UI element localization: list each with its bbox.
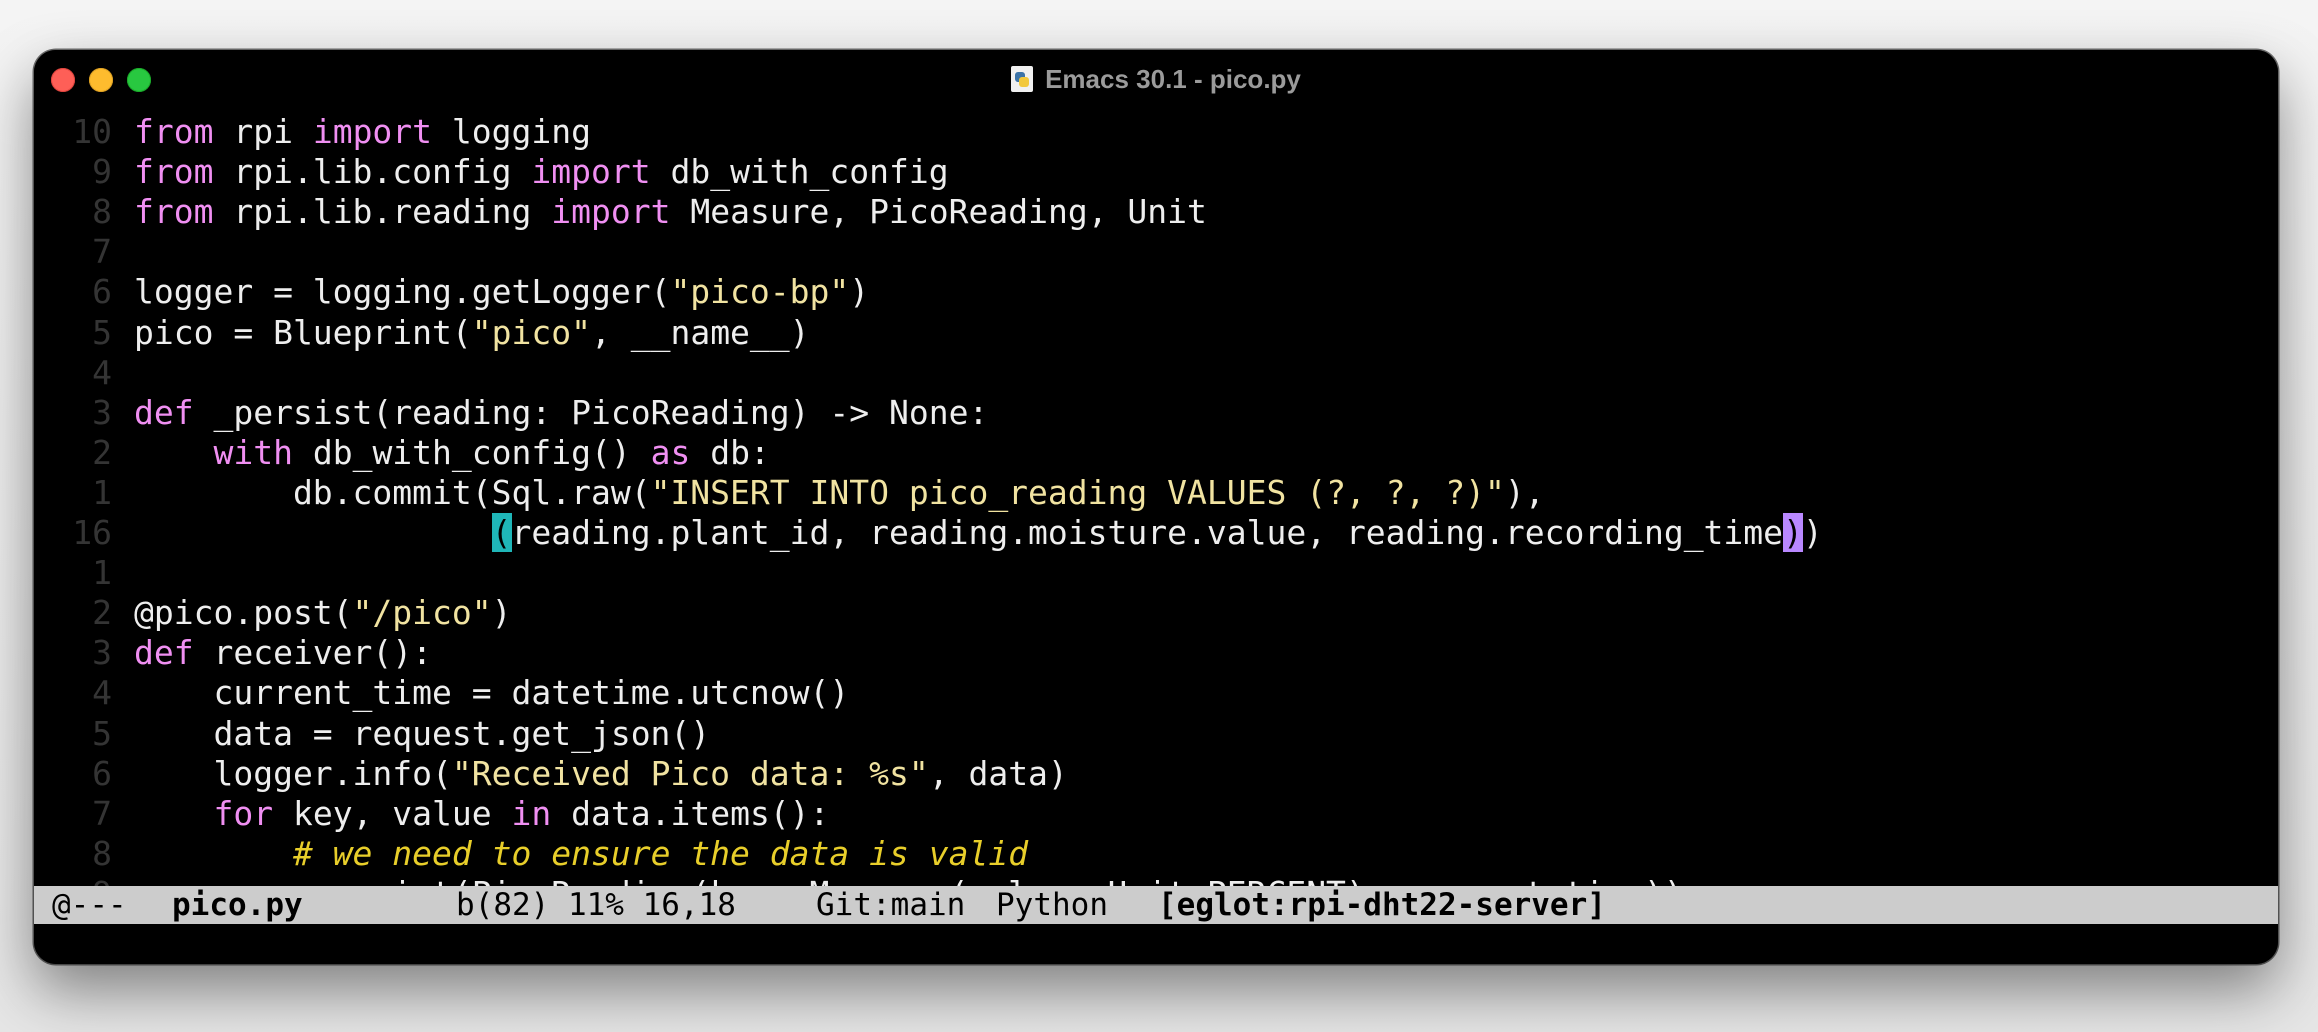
minibuffer[interactable] — [34, 924, 2278, 964]
code-token: ), — [1504, 472, 1545, 512]
code-token: ) — [1802, 513, 1823, 552]
mode-line[interactable]: @--- pico.py b(82) 11% 16,18 Git:main Py… — [34, 886, 2278, 924]
code-token: as — [650, 432, 691, 472]
code-text: data = request.get_json() — [134, 714, 710, 754]
line-number: 8 — [92, 833, 112, 873]
line-number: 7 — [92, 793, 112, 833]
code-token: with — [213, 432, 293, 472]
code-text: with db_with_config() as db: — [134, 432, 770, 473]
line-number: 5 — [92, 713, 112, 753]
line-number: 4 — [92, 673, 112, 713]
line-number: 7 — [92, 232, 112, 272]
line-number: 2 — [92, 432, 112, 472]
editor-buffer[interactable]: 10 from rpi import logging 9 from rpi.lib.c… — [34, 112, 2278, 933]
emacs-window: Emacs 30.1 - pico.py 10 from rpi import l… — [34, 50, 2278, 964]
code-token: _persist(reading: PicoReading) -> None: — [193, 392, 989, 432]
code-token: # we need to ensure the data is valid — [292, 833, 1029, 873]
code-token: data = request.get_json() — [134, 713, 711, 753]
matching-paren-highlight: ) — [1783, 513, 1803, 552]
code-text: pico = Blueprint("pico", __name__) — [134, 313, 810, 353]
code-token: "Received Pico data: %s" — [451, 753, 929, 793]
code-token: data.items(): — [551, 793, 830, 833]
code-token: @pico.post( — [134, 593, 353, 633]
code-token: from — [134, 112, 214, 151]
modeline-buffer-name[interactable]: pico.py — [172, 886, 303, 924]
line-number: 10 — [72, 112, 112, 151]
modeline-eglot-status[interactable]: [eglot:rpi-dht22-server] — [1158, 886, 1606, 924]
code-token: def — [134, 633, 194, 673]
code-text: logger.info("Received Pico data: %s", da… — [134, 753, 1068, 794]
code-token: for — [213, 793, 274, 833]
code-token: Measure, PicoReading, Unit — [670, 192, 1207, 232]
code-token: logger.info( — [134, 753, 452, 793]
code-text: from rpi.lib.reading import Measure, Pic… — [134, 192, 1207, 232]
line-number: 3 — [92, 633, 112, 673]
code-token: logging — [432, 112, 591, 151]
line-number: 2 — [92, 593, 112, 633]
code-text: (reading.plant_id, reading.moisture.valu… — [134, 513, 1823, 553]
code-token: "pico-bp" — [670, 272, 850, 312]
code-token: db.commit(Sql.raw( — [134, 472, 651, 512]
line-number: 4 — [92, 352, 112, 392]
modeline-position: b(82) 11% 16,18 — [456, 887, 736, 923]
code-token: current_time = datetime.utcnow() — [134, 673, 850, 713]
code-token: , data) — [928, 753, 1068, 793]
code-token: pico = Blueprint( — [134, 312, 472, 352]
code-token: ) — [849, 272, 870, 312]
code-text: for key, value in data.items(): — [134, 794, 829, 834]
code-text: db.commit(Sql.raw("INSERT INTO pico_read… — [134, 473, 1545, 513]
code-token: db: — [690, 432, 770, 472]
code-token: "pico" — [471, 312, 591, 352]
window-title-container: Emacs 30.1 - pico.py — [34, 50, 2278, 108]
line-number: 3 — [92, 392, 112, 432]
code-token: from — [134, 152, 214, 192]
code-token: ) — [491, 593, 512, 633]
code-token: "/pico" — [352, 593, 492, 633]
code-token: rpi.lib.config — [213, 152, 532, 192]
code-token: import — [312, 112, 433, 151]
code-token: , __name__) — [590, 312, 810, 352]
line-number: 9 — [92, 152, 112, 192]
modeline-vc-branch[interactable]: Git:main — [816, 886, 965, 924]
code-token: key, value — [273, 793, 512, 833]
code-text: from rpi.lib.config import db_with_confi… — [134, 152, 949, 192]
code-text: # we need to ensure the data is valid — [134, 834, 1028, 874]
modeline-status: @--- — [52, 887, 127, 923]
code-text: @pico.post("/pico") — [134, 593, 512, 633]
code-token: def — [134, 392, 194, 432]
python-file-icon — [1011, 66, 1034, 92]
window-title: Emacs 30.1 - pico.py — [1045, 63, 1301, 94]
code-token: import — [531, 152, 651, 192]
code-token: rpi — [213, 112, 313, 151]
line-number: 1 — [92, 472, 112, 512]
line-number: 16 — [72, 513, 112, 552]
line-number: 1 — [92, 553, 112, 593]
code-text: current_time = datetime.utcnow() — [134, 673, 849, 713]
code-token: db_with_config() — [292, 432, 651, 472]
line-number: 8 — [92, 192, 112, 232]
code-token: rpi.lib.reading — [213, 192, 552, 232]
code-token: in — [511, 793, 552, 833]
cursor-paren-highlight: ( — [491, 513, 512, 552]
line-number: 5 — [92, 312, 112, 352]
code-token: "INSERT INTO pico_reading VALUES (?, ?, … — [650, 472, 1505, 512]
code-token: reading.plant_id, reading.moisture.value… — [511, 513, 1784, 552]
code-text: logger = logging.getLogger("pico-bp") — [134, 272, 869, 312]
line-number: 6 — [92, 753, 112, 793]
code-text: def _persist(reading: PicoReading) -> No… — [134, 393, 988, 433]
code-text: def receiver(): — [134, 633, 432, 673]
code-text: from rpi import logging — [134, 112, 591, 152]
code-token: receiver(): — [193, 633, 433, 673]
code-token: from — [134, 192, 214, 232]
line-number: 6 — [92, 272, 112, 312]
modeline-major-mode[interactable]: Python — [996, 886, 1108, 924]
code-token: import — [551, 192, 671, 232]
code-token: logger = logging.getLogger( — [134, 272, 671, 312]
title-bar[interactable]: Emacs 30.1 - pico.py — [34, 50, 2278, 108]
code-token: db_with_config — [650, 152, 949, 192]
